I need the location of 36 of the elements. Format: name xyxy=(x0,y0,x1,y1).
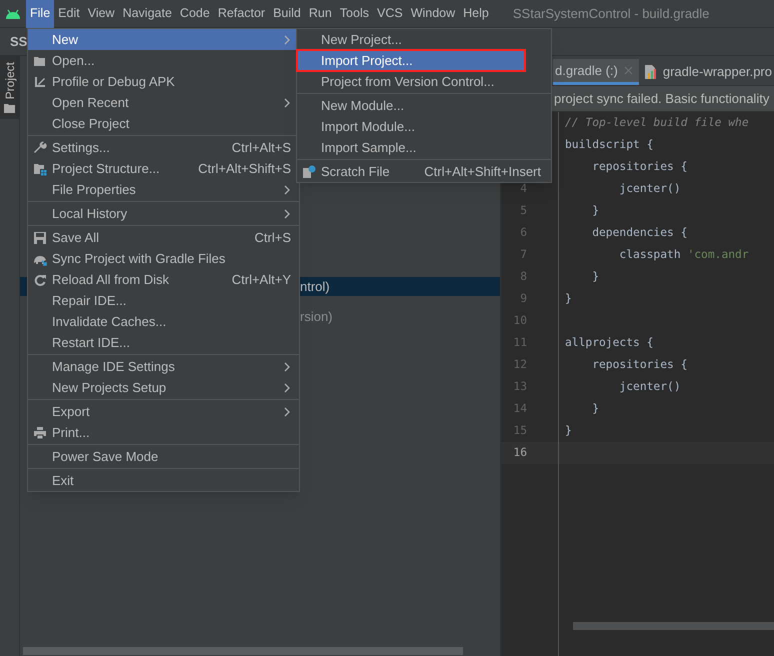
code-text: } xyxy=(565,422,572,439)
line-number: 13 xyxy=(513,380,527,393)
line-number: 11 xyxy=(513,336,527,349)
code-text: repositories { xyxy=(591,158,688,175)
line-number: 6 xyxy=(520,226,527,239)
line-number: 5 xyxy=(520,204,527,217)
code-string: 'com.andr xyxy=(687,246,749,263)
shortcut-label: Ctrl+Alt+Shift+Insert xyxy=(424,162,541,181)
code-comment: // Top-level build file whe xyxy=(565,114,749,131)
project-name: SS xyxy=(10,32,28,51)
code-text: } xyxy=(565,290,572,307)
line-number: 14 xyxy=(513,402,527,415)
code-text: repositories { xyxy=(591,356,688,373)
code-text: } xyxy=(591,400,600,417)
code-text: } xyxy=(591,268,600,285)
code-text: jcenter() xyxy=(618,378,681,395)
line-number: 16 xyxy=(513,446,527,459)
code-text: allprojects { xyxy=(565,334,654,351)
code-text: dependencies { xyxy=(591,224,688,241)
shortcut-label: Ctrl+Alt+S xyxy=(232,138,291,157)
line-number: 12 xyxy=(513,358,527,371)
window-title: SStarSystemControl - build.gradle xyxy=(512,4,710,23)
line-number: 8 xyxy=(520,270,527,283)
line-number: 10 xyxy=(513,314,527,327)
shortcut-label: Ctrl+Alt+Shift+S xyxy=(198,160,291,178)
notification-text: project sync failed. Basic functionality xyxy=(554,90,770,108)
line-number: 7 xyxy=(520,248,527,261)
code-text: classpath xyxy=(618,246,682,263)
code-text: } xyxy=(591,202,600,219)
shortcut-label: Ctrl+S xyxy=(254,228,291,247)
shortcut-label: Ctrl+Alt+Y xyxy=(232,270,291,289)
code-text: jcenter() xyxy=(618,180,681,197)
line-number: 15 xyxy=(513,424,527,437)
line-number: 9 xyxy=(520,292,527,305)
code-text: buildscript { xyxy=(565,136,654,153)
line-number: 4 xyxy=(520,182,527,195)
